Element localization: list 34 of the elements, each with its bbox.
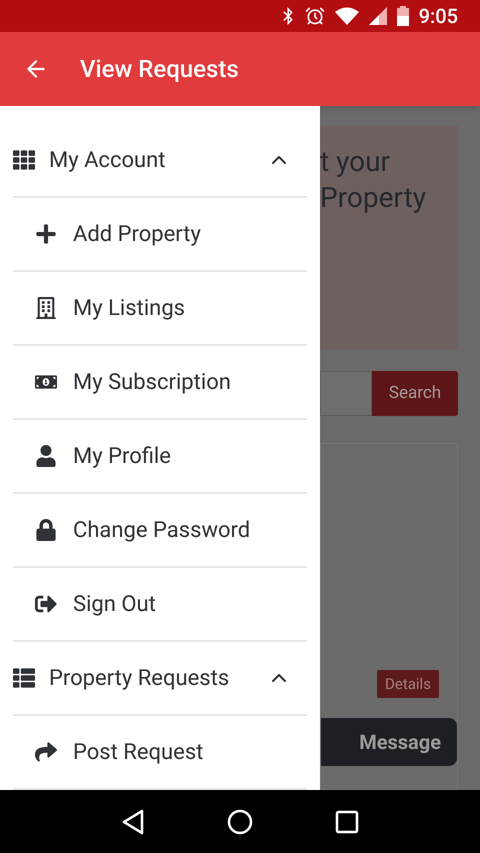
bluetooth-icon xyxy=(280,7,295,25)
plus-icon xyxy=(35,223,57,245)
search-field[interactable] xyxy=(320,371,372,416)
drawer-item[interactable]: My Subscription xyxy=(13,346,307,420)
details-button[interactable]: Details xyxy=(377,670,439,698)
drawer-item[interactable]: My Profile xyxy=(13,420,307,494)
back-triangle-icon[interactable] xyxy=(121,808,145,834)
building-icon xyxy=(35,297,57,319)
recents-square-icon[interactable] xyxy=(335,810,359,834)
drawer-item[interactable]: Change Password xyxy=(13,494,307,568)
grid-icon xyxy=(13,149,35,171)
search-button[interactable]: Search xyxy=(372,371,458,416)
drawer-item[interactable]: Sign Out xyxy=(13,568,307,642)
clock-time: 9:05 xyxy=(418,3,458,30)
battery-icon xyxy=(396,6,409,26)
list-icon xyxy=(13,667,35,689)
section-header[interactable]: Property Requests xyxy=(13,642,307,716)
drawer-item[interactable]: Add Property xyxy=(13,198,307,272)
message-button[interactable]: Message xyxy=(321,718,457,766)
section-header[interactable]: My Account xyxy=(13,124,307,198)
wifi-icon xyxy=(334,7,359,25)
section-title: Property Requests xyxy=(49,664,230,692)
banner-text: Property xyxy=(320,180,427,216)
screen-title: View Requests xyxy=(80,54,239,85)
section-title: My Account xyxy=(49,146,166,174)
banner-text: t your xyxy=(320,144,392,180)
home-circle-icon[interactable] xyxy=(227,808,253,834)
alarm-icon xyxy=(304,6,325,26)
user-icon xyxy=(35,445,57,467)
sign-out-icon xyxy=(35,593,57,615)
drawer-item[interactable]: My Listings xyxy=(13,272,307,346)
signal-icon xyxy=(368,7,387,25)
share-arrow-icon xyxy=(35,741,57,763)
lock-icon xyxy=(35,519,57,541)
